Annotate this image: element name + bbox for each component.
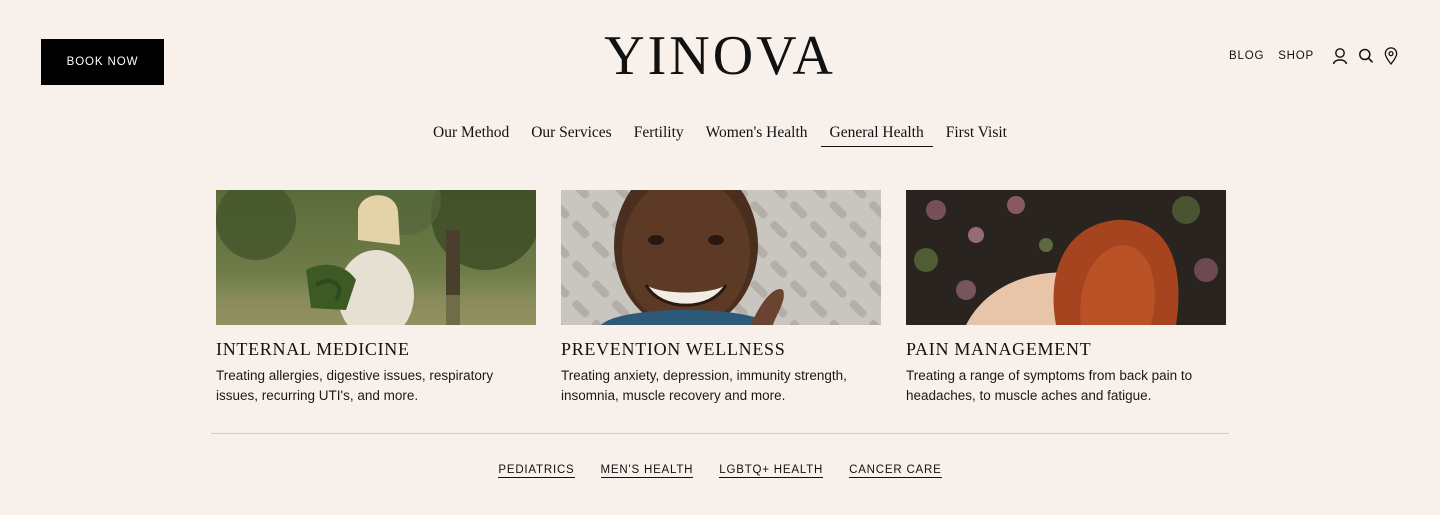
card-title[interactable]: PREVENTION WELLNESS [561,339,881,360]
nav-general-health[interactable]: General Health [820,124,933,147]
search-icon[interactable] [1358,47,1374,65]
internal-medicine-photo[interactable] [216,190,536,325]
shop-link[interactable]: SHOP [1278,50,1314,62]
nav-first-visit[interactable]: First Visit [937,124,1016,147]
nav-fertility[interactable]: Fertility [625,124,693,147]
card-pain-management[interactable]: PAIN MANAGEMENT Treating a range of symp… [906,190,1226,406]
subcategory-links: PEDIATRICS MEN'S HEALTH LGBTQ+ HEALTH CA… [0,464,1440,478]
nav-our-services[interactable]: Our Services [522,124,621,147]
divider [211,433,1229,434]
card-description: Treating a range of symptoms from back p… [906,368,1193,403]
blog-link[interactable]: BLOG [1229,50,1264,62]
link-cancer-care[interactable]: CANCER CARE [849,464,942,478]
card-title[interactable]: INTERNAL MEDICINE [216,339,536,360]
card-description: Treating anxiety, depression, immunity s… [561,368,847,403]
location-pin-icon[interactable] [1384,47,1398,65]
link-mens-health[interactable]: MEN'S HEALTH [600,464,694,478]
card-description: Treating allergies, digestive issues, re… [216,368,494,403]
main-nav: Our Method Our Services Fertility Women'… [0,124,1440,147]
card-prevention-wellness[interactable]: PREVENTION WELLNESS Treating anxiety, de… [561,190,881,406]
yinova-logo[interactable]: YINOVA [0,28,1440,84]
card-title[interactable]: PAIN MANAGEMENT [906,339,1226,360]
account-icon[interactable] [1332,47,1348,65]
nav-our-method[interactable]: Our Method [424,124,518,147]
card-internal-medicine[interactable]: INTERNAL MEDICINE Treating allergies, di… [216,190,536,406]
pain-management-photo[interactable] [906,190,1226,325]
link-lgbtq-health[interactable]: LGBTQ+ HEALTH [719,464,824,478]
link-pediatrics[interactable]: PEDIATRICS [498,464,575,478]
prevention-wellness-photo[interactable] [561,190,881,325]
utility-nav: BLOG SHOP [1229,47,1398,65]
utility-icons [1332,47,1398,65]
nav-womens-health[interactable]: Women's Health [697,124,817,147]
